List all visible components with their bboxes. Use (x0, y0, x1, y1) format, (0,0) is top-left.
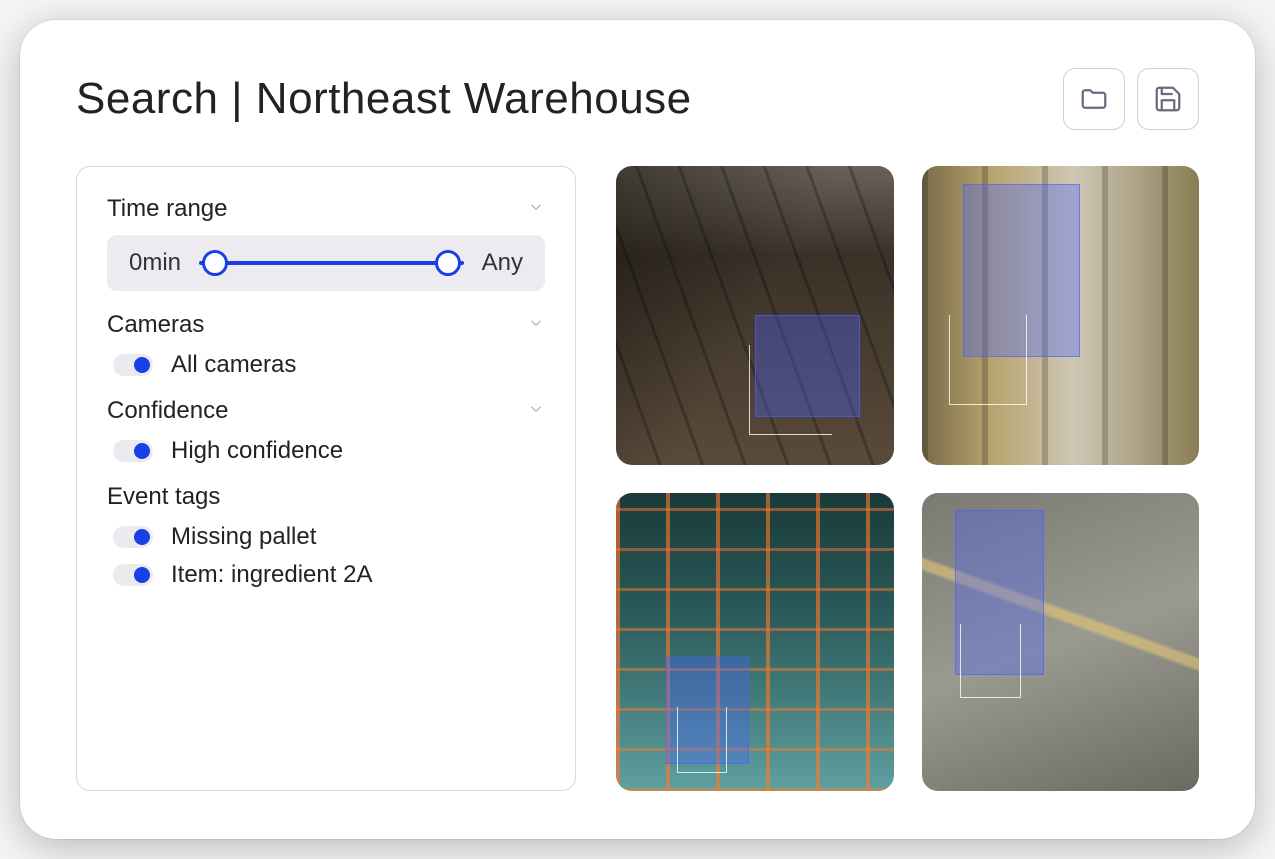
time-range-slider-row: 0min Any (107, 235, 545, 291)
filters-panel: Time range 0min Any Cameras (76, 166, 576, 791)
result-thumbnail-3[interactable] (616, 493, 894, 792)
result-thumbnail-1[interactable] (616, 166, 894, 465)
confidence-item-high: High confidence (113, 437, 545, 465)
folder-button[interactable] (1063, 68, 1125, 130)
save-icon (1153, 84, 1183, 114)
toggle-missing-pallet[interactable] (113, 526, 153, 548)
toggle-all-cameras[interactable] (113, 354, 153, 376)
toggle-high-confidence[interactable] (113, 440, 153, 462)
time-range-section[interactable]: Time range (107, 195, 545, 223)
slider-handle-min[interactable] (202, 250, 228, 276)
chevron-down-icon (527, 397, 545, 425)
cameras-label: Cameras (107, 311, 204, 339)
results-grid (616, 166, 1199, 791)
cameras-section[interactable]: Cameras (107, 311, 545, 339)
cameras-item-all: All cameras (113, 351, 545, 379)
event-tags-section[interactable]: Event tags (107, 483, 545, 511)
time-range-slider[interactable] (199, 261, 464, 265)
save-button[interactable] (1137, 68, 1199, 130)
result-thumbnail-2[interactable] (922, 166, 1200, 465)
confidence-item-label: High confidence (171, 437, 343, 465)
event-tag-label: Missing pallet (171, 523, 316, 551)
event-tags-label: Event tags (107, 483, 220, 511)
event-tag-ingredient-2a: Item: ingredient 2A (113, 561, 545, 589)
chevron-down-icon (527, 311, 545, 339)
event-tag-missing-pallet: Missing pallet (113, 523, 545, 551)
folder-icon (1079, 84, 1109, 114)
header-actions (1063, 68, 1199, 130)
time-range-label: Time range (107, 195, 228, 223)
confidence-section[interactable]: Confidence (107, 397, 545, 425)
app-window: Search | Northeast Warehouse Time range (20, 20, 1255, 839)
slider-min-label: 0min (129, 249, 181, 277)
result-thumbnail-4[interactable] (922, 493, 1200, 792)
toggle-ingredient-2a[interactable] (113, 564, 153, 586)
confidence-label: Confidence (107, 397, 228, 425)
slider-max-label: Any (482, 249, 523, 277)
content: Time range 0min Any Cameras (76, 166, 1199, 791)
cameras-item-label: All cameras (171, 351, 296, 379)
page-title: Search | Northeast Warehouse (76, 74, 692, 124)
chevron-down-icon (527, 195, 545, 223)
slider-handle-max[interactable] (435, 250, 461, 276)
event-tag-label: Item: ingredient 2A (171, 561, 372, 589)
header: Search | Northeast Warehouse (76, 68, 1199, 130)
